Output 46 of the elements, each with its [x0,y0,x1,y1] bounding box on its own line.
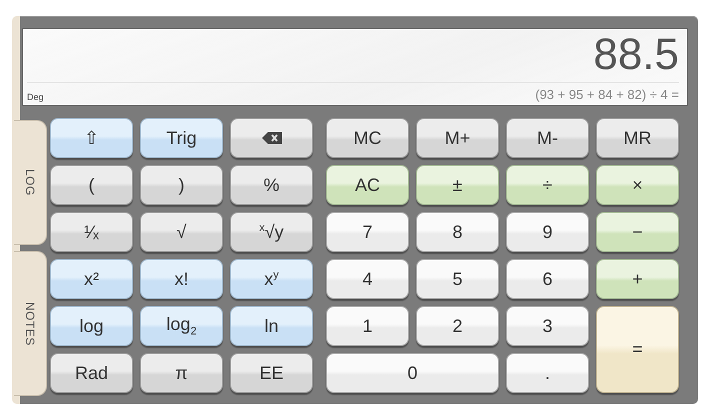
result-value: 88.5 [592,31,679,81]
calculator-key[interactable]: M- [506,118,589,158]
calculator-key[interactable]: x$^{y}$ [230,259,313,299]
calculator-key[interactable]: $^{x}$√y [230,212,313,252]
calculator-key[interactable]: log$_{2}$ [140,306,223,346]
calculator-key[interactable]: log [50,306,133,346]
calculator-key[interactable]: ⇧ [50,118,133,158]
calculator-key[interactable]: x! [140,259,223,299]
calculator-key[interactable]: × [596,165,679,205]
calculator-key[interactable]: √ [140,212,223,252]
calculator-key[interactable]: x² [50,259,133,299]
backspace-button[interactable] [230,118,313,158]
calculator-key[interactable]: 0 [326,353,499,393]
calculator-key[interactable]: 8 [416,212,499,252]
calculator-key[interactable]: = [596,306,679,393]
calculator-key[interactable]: 1 [326,306,409,346]
calculator-key[interactable]: 9 [506,212,589,252]
calculator-key[interactable]: 6 [506,259,589,299]
calculator-key[interactable]: AC [326,165,409,205]
calculator-key[interactable]: 2 [416,306,499,346]
calculator-key[interactable]: ( [50,165,133,205]
backspace-icon [262,132,282,144]
calculator-key[interactable]: 5 [416,259,499,299]
calculator-key[interactable]: ¹⁄ₓ [50,212,133,252]
calculator-key[interactable]: 7 [326,212,409,252]
calculator-key[interactable]: . [506,353,589,393]
calculator-key[interactable]: MC [326,118,409,158]
calculator-key[interactable]: π [140,353,223,393]
calculator-key[interactable]: + [596,259,679,299]
calculator-key[interactable]: − [596,212,679,252]
calculator-key[interactable]: ÷ [506,165,589,205]
calculator-key[interactable]: EE [230,353,313,393]
calculator-key[interactable]: % [230,165,313,205]
calculator-key[interactable]: MR [596,118,679,158]
calculator-key[interactable]: Rad [50,353,133,393]
angle-mode: Deg [27,92,44,102]
calculator-key[interactable]: 3 [506,306,589,346]
calculator-key[interactable]: ) [140,165,223,205]
expression-text: (93 + 95 + 84 + 82) ÷ 4 = [535,87,679,102]
calculator-key[interactable]: 4 [326,259,409,299]
side-tab[interactable]: NOTES [14,251,47,396]
calculator-key[interactable]: ln [230,306,313,346]
side-tab[interactable]: LOG [14,120,47,245]
calculator-key[interactable]: ± [416,165,499,205]
calculator-key[interactable]: M+ [416,118,499,158]
calculator-key[interactable]: Trig [140,118,223,158]
